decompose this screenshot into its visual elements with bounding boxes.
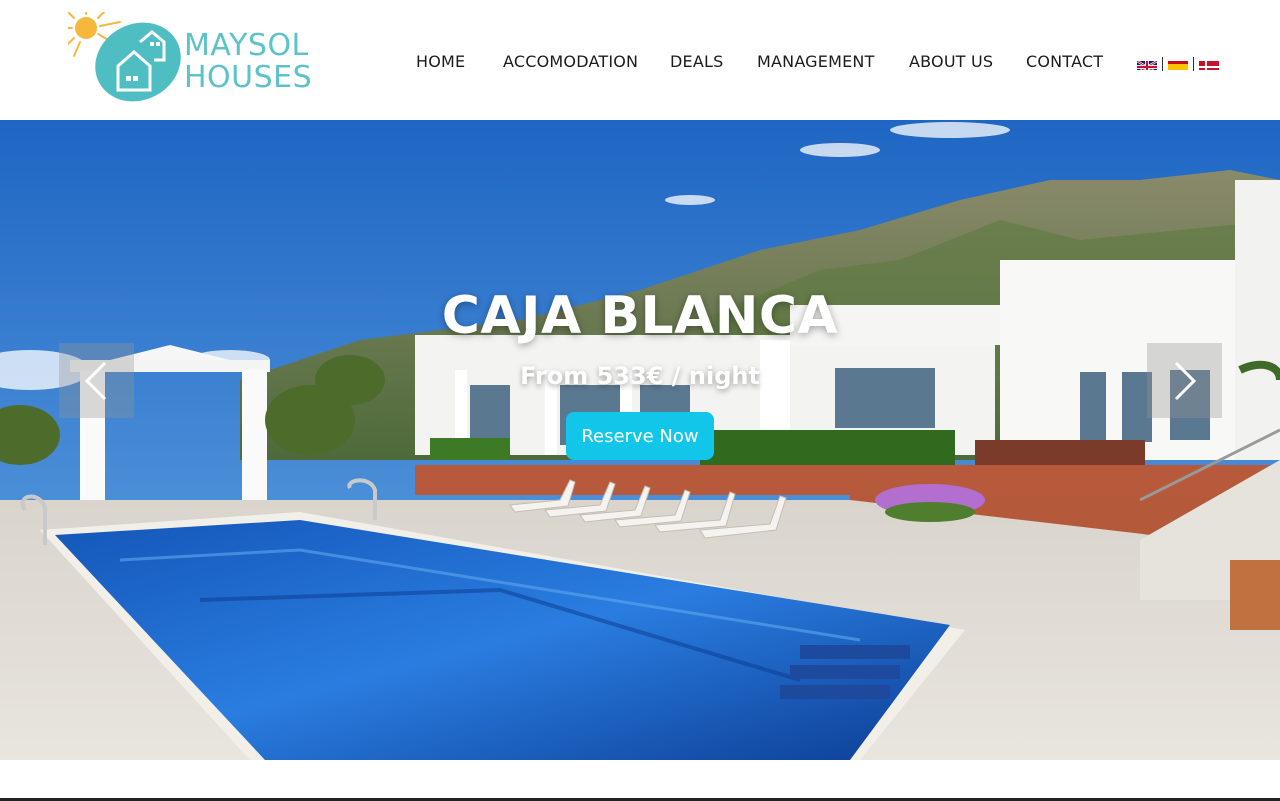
hero-title: CAJA BLANCA — [441, 286, 839, 346]
nav-about-us[interactable]: ABOUT US — [909, 52, 993, 71]
flag-spain-icon[interactable] — [1168, 58, 1188, 70]
nav-home[interactable]: HOME — [416, 52, 465, 71]
slider-next-button[interactable] — [1147, 343, 1222, 418]
flag-denmark-icon[interactable] — [1199, 58, 1219, 70]
flag-uk-icon[interactable] — [1137, 58, 1157, 70]
chevron-right-icon — [1174, 361, 1197, 401]
nav-deals[interactable]: DEALS — [670, 52, 723, 71]
nav-contact[interactable]: CONTACT — [1026, 52, 1103, 71]
chevron-left-icon — [84, 361, 107, 401]
nav-management[interactable]: MANAGEMENT — [757, 52, 875, 71]
hero-price: From 533€ / night — [520, 362, 760, 390]
slider-prev-button[interactable] — [59, 343, 134, 418]
language-separator — [1162, 57, 1163, 71]
site-header: MAYSOL HOUSES HOME ACCOMODATION DEALS MA… — [0, 0, 1280, 120]
language-separator — [1193, 57, 1194, 71]
reserve-now-button[interactable]: Reserve Now — [566, 412, 714, 460]
hero-slider: CAJA BLANCA From 533€ / night Reserve No… — [0, 120, 1280, 760]
language-switcher — [1137, 57, 1219, 71]
main-navigation: HOME ACCOMODATION DEALS MANAGEMENT ABOUT… — [0, 0, 1280, 120]
nav-accomodation[interactable]: ACCOMODATION — [503, 52, 638, 71]
